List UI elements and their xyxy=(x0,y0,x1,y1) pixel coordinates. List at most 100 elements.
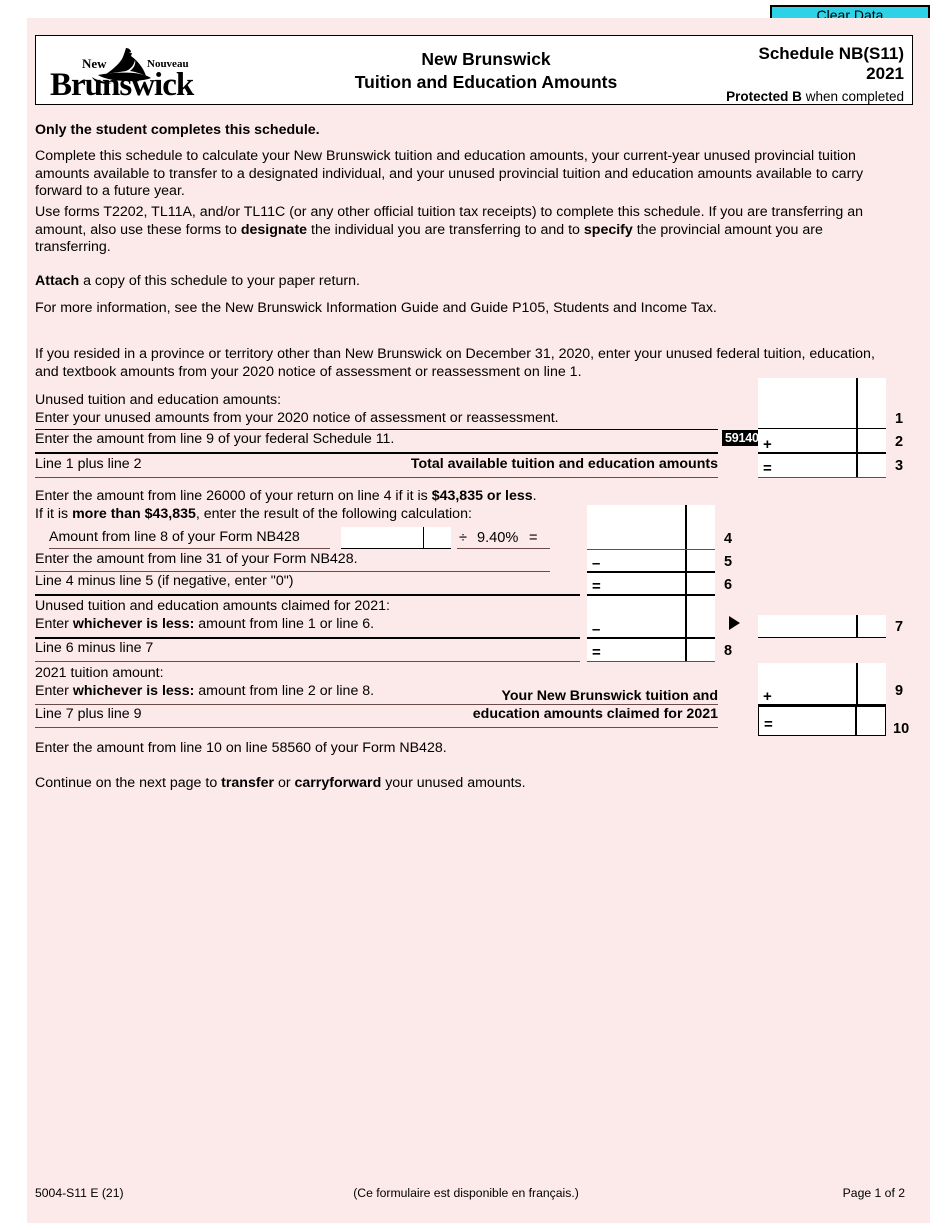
line-3-text: Line 1 plus line 2 xyxy=(35,456,142,472)
line-number-7: 7 xyxy=(895,619,904,635)
line-number-10: 10 xyxy=(893,721,910,737)
line-9-title: 2021 tuition amount: xyxy=(35,665,164,681)
line-10-caption-line2: education amounts claimed for 2021 xyxy=(472,705,718,722)
intro-p3-rest: a copy of this schedule to your paper re… xyxy=(79,273,360,289)
closing-p2-carryforward: carryforward xyxy=(294,775,382,791)
tax-year: 2021 xyxy=(866,64,904,83)
line-10-caption-line1: Your New Brunswick tuition and xyxy=(501,688,718,704)
new-brunswick-logo: New Nouveau Brunswick xyxy=(46,42,216,103)
line-5-rule xyxy=(35,571,550,572)
line-number-8: 8 xyxy=(724,643,733,659)
line-7-subtract-field[interactable]: – xyxy=(587,596,715,639)
line-8-text: Line 6 minus line 7 xyxy=(35,640,154,656)
line-2-rule xyxy=(35,452,718,454)
line-7-text-part2: amount from line 1 or line 6. xyxy=(194,616,375,632)
closing-p2-transfer: transfer xyxy=(221,775,274,791)
line-3-cents-divider xyxy=(856,454,858,477)
divide-symbol: ÷ xyxy=(459,530,468,546)
line-9-cents-divider xyxy=(856,663,858,705)
line-4-threshold-2: more than $43,835 xyxy=(72,506,196,522)
line-1-rule xyxy=(35,429,718,430)
line-7-text: Enter whichever is less: amount from lin… xyxy=(35,616,575,634)
line-4-text-1-part2: . xyxy=(532,488,537,504)
line-3-caption: Total available tuition and education am… xyxy=(410,456,718,472)
line-1-title: Unused tuition and education amounts: xyxy=(35,392,282,408)
line-7-right-baseline xyxy=(758,636,886,638)
line-10-total-field[interactable]: = xyxy=(758,706,886,736)
intro-p2-specify: specify xyxy=(583,221,633,238)
line-number-4: 4 xyxy=(724,531,733,547)
protected-b-label: Protected B xyxy=(726,89,802,104)
line-4-text-2: If it is more than $43,835, enter the re… xyxy=(35,506,595,524)
line-4-sub-label-rule xyxy=(49,548,330,549)
line-8-operator: = xyxy=(592,644,601,661)
intro-p2-part2: the individual you are transferring to a… xyxy=(307,221,584,238)
line-number-9: 9 xyxy=(895,683,904,699)
line-6-cents-divider xyxy=(685,573,687,595)
form-title: New Brunswick Tuition and Education Amou… xyxy=(286,48,686,94)
form-header: New Nouveau Brunswick New Brunswick Tuit… xyxy=(35,35,913,105)
line-3-rule xyxy=(35,477,718,478)
line-7-amount-field[interactable] xyxy=(758,615,886,638)
protected-b-suffix: when completed xyxy=(801,89,904,104)
intro-p3-attach: Attach xyxy=(35,273,80,289)
line-3-baseline xyxy=(758,477,886,478)
line-7-cents-divider xyxy=(685,596,687,638)
line-6-text: Line 4 minus line 5 (if negative, enter … xyxy=(35,573,294,589)
closing-paragraph-2: Continue on the next page to transfer or… xyxy=(35,775,735,793)
line-8-amount-field[interactable]: = xyxy=(587,639,715,662)
line-6-amount-field[interactable]: = xyxy=(587,573,715,596)
line-7-whichever-is-less: whichever is less: xyxy=(72,616,195,632)
line-4-sub-cents-divider xyxy=(423,527,425,548)
line-4-sub-baseline xyxy=(341,547,451,549)
line-7-title: Unused tuition and education amounts cla… xyxy=(35,598,390,614)
line-2-field-code: 59140 xyxy=(722,430,762,446)
line-10-operator: = xyxy=(764,716,773,733)
line-4-sub-label: Amount from line 8 of your Form NB428 xyxy=(49,529,300,545)
new-brunswick-logo-icon: New Nouveau Brunswick xyxy=(50,48,196,103)
line-number-1: 1 xyxy=(895,411,904,427)
line-8-cents-divider xyxy=(685,639,687,661)
line-5-amount-field[interactable]: – xyxy=(587,550,715,573)
form-identification: Schedule NB(S11) 2021 Protected B when c… xyxy=(726,44,904,107)
form-page: New Nouveau Brunswick New Brunswick Tuit… xyxy=(27,18,930,1223)
closing-p2-part2: or xyxy=(274,775,295,791)
line-9-amount-field[interactable]: + xyxy=(758,663,886,706)
line-4-text-1: Enter the amount from line 26000 of your… xyxy=(35,488,595,506)
line-number-6: 6 xyxy=(724,577,733,593)
closing-paragraph-1: Enter the amount from line 10 on line 58… xyxy=(35,740,447,756)
line-7-operator: – xyxy=(592,621,601,638)
line-6-rule xyxy=(35,594,580,596)
closing-p2-part1: Continue on the next page to xyxy=(35,775,222,791)
line-4-nb428-line8-field[interactable] xyxy=(341,527,451,549)
line-3-operator: = xyxy=(763,460,772,477)
line-2-amount-field[interactable]: + xyxy=(758,429,886,454)
line-number-3: 3 xyxy=(895,458,904,474)
line-9-operator: + xyxy=(763,688,772,705)
line-1-amount-field[interactable] xyxy=(758,378,886,429)
form-title-line2: Tuition and Education Amounts xyxy=(354,72,618,92)
line-4-equals-symbol: = xyxy=(529,530,538,546)
line-10-cents-divider xyxy=(855,706,857,736)
line-3-amount-field[interactable]: = xyxy=(758,454,886,478)
line-7-text-part1: Enter xyxy=(35,616,73,632)
carry-arrow-icon xyxy=(729,616,740,630)
line-4-calc-rule xyxy=(457,548,550,549)
line-8-baseline xyxy=(587,661,715,662)
line-4-text-2-part1: If it is xyxy=(35,506,73,522)
intro-paragraph-2: Use forms T2202, TL11A, and/or TL11C (or… xyxy=(35,204,895,257)
footer-page-label: Page 1 of 2 xyxy=(842,1186,905,1200)
line-2-operator: + xyxy=(763,436,772,453)
schedule-id: Schedule NB(S11) xyxy=(758,44,905,63)
protected-b-notice: Protected B when completed xyxy=(726,87,904,107)
line-5-cents-divider xyxy=(685,550,687,572)
line-number-2: 2 xyxy=(895,434,904,450)
intro-paragraph-4: For more information, see the New Brunsw… xyxy=(35,300,717,316)
line-4-text-2-part2: , enter the result of the following calc… xyxy=(195,506,472,522)
line-4-threshold-1: $43,835 or less xyxy=(431,488,533,504)
line-5-operator: – xyxy=(592,555,601,572)
line-number-5: 5 xyxy=(724,554,733,570)
intro-heading: Only the student completes this schedule… xyxy=(35,122,320,138)
line-4-amount-field[interactable] xyxy=(587,505,715,550)
line-10-text: Line 7 plus line 9 xyxy=(35,706,142,722)
